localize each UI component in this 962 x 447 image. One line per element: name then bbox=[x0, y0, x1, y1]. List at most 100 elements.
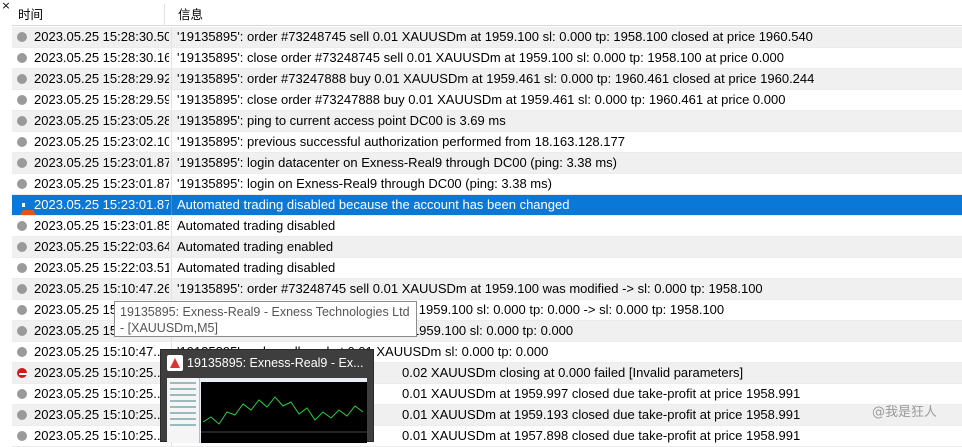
journal-rows: 2023.05.25 15:28:30.508 '19135895': order… bbox=[12, 27, 962, 447]
column-separator bbox=[171, 216, 172, 236]
column-separator bbox=[171, 153, 172, 173]
row-time: 2023.05.25 15:23:01.875 bbox=[34, 176, 169, 191]
row-message: Automated trading disabled bbox=[177, 218, 336, 233]
info-icon bbox=[17, 284, 27, 294]
info-icon bbox=[17, 116, 27, 126]
info-icon bbox=[17, 305, 27, 315]
column-separator bbox=[171, 237, 172, 257]
column-header-time[interactable]: 时间 bbox=[12, 4, 165, 26]
column-separator bbox=[171, 279, 172, 299]
column-separator bbox=[171, 90, 172, 110]
journal-panel: × 时间 信息 2023.05.25 15:28:30.508 '19135895… bbox=[0, 0, 962, 447]
row-time: 2023.05.25 15:10:25... bbox=[34, 428, 165, 443]
row-message: 0.01 XAUUSDm at 1959.193 closed due take… bbox=[402, 407, 801, 422]
info-icon bbox=[17, 326, 27, 336]
journal-row[interactable]: 2023.05.25 15:23:02.109 '19135895': previ… bbox=[12, 132, 962, 153]
row-time: 2023.05.25 15:10:25... bbox=[34, 407, 165, 422]
taskbar-thumbnail[interactable]: 19135895: Exness-Real9 - Ex... bbox=[160, 349, 374, 443]
close-icon[interactable]: × bbox=[0, 0, 12, 12]
journal-row[interactable]: 2023.05.25 15:10:25... 0.02 XAUUSDm closi… bbox=[12, 363, 962, 384]
row-message: '19135895': previous successful authoriz… bbox=[177, 134, 625, 149]
info-icon bbox=[17, 95, 27, 105]
row-message: '19135895': close order #73248745 sell 0… bbox=[177, 50, 784, 65]
info-icon bbox=[17, 410, 27, 420]
row-time: 2023.05.25 15:23:01.859 bbox=[34, 218, 169, 233]
row-time: 2023.05.25 15:23:02.109 bbox=[34, 134, 169, 149]
info-icon bbox=[17, 347, 27, 357]
row-message: 0.01 XAUUSDm at 1957.898 closed due take… bbox=[402, 428, 801, 443]
column-separator bbox=[171, 69, 172, 89]
row-message: '19135895': close order #73247888 buy 0.… bbox=[177, 92, 786, 107]
row-message: 0.02 XAUUSDm closing at 0.000 failed [In… bbox=[402, 365, 744, 380]
journal-row[interactable]: 2023.05.25 15:28:29.922 '19135895': order… bbox=[12, 69, 962, 90]
row-time: 2023.05.25 15:28:29.922 bbox=[34, 71, 169, 86]
row-message: '19135895': order #73248745 sell 0.01 XA… bbox=[177, 29, 813, 44]
preview-chart bbox=[201, 382, 367, 443]
info-icon bbox=[17, 158, 27, 168]
row-time: 2023.05.25 15:10:25... bbox=[34, 386, 165, 401]
info-icon bbox=[17, 32, 27, 42]
window-tooltip: 19135895: Exness-Real9 - Exness Technolo… bbox=[114, 301, 417, 337]
column-separator bbox=[171, 111, 172, 131]
column-separator bbox=[171, 48, 172, 68]
journal-row[interactable]: 2023.05.25 15:23:05.281 '19135895': ping … bbox=[12, 111, 962, 132]
tooltip-line-1: 19135895: Exness-Real9 - Exness Technolo… bbox=[120, 305, 410, 319]
column-separator bbox=[171, 195, 172, 215]
column-separator bbox=[171, 132, 172, 152]
thumbnail-title: 19135895: Exness-Real9 - Ex... bbox=[187, 356, 364, 370]
journal-row[interactable]: 2023.05.25 15:28:30.508 '19135895': order… bbox=[12, 27, 962, 48]
row-time: 2023.05.25 15:28:30.508 bbox=[34, 29, 169, 44]
row-message: Automated trading enabled bbox=[177, 239, 334, 254]
error-icon bbox=[17, 368, 27, 378]
journal-row[interactable]: 2023.05.25 15:28:29.594 '19135895': close… bbox=[12, 90, 962, 111]
info-icon bbox=[17, 221, 27, 231]
row-time: 2023.05.25 15:10:25... bbox=[34, 365, 165, 380]
journal-row[interactable]: 2023.05.25 15:22:03.516 Automated trading… bbox=[12, 258, 962, 279]
preview-chart-graphic bbox=[201, 396, 367, 433]
journal-header: 时间 信息 bbox=[12, 4, 962, 26]
journal-row[interactable]: 2023.05.25 15:28:30.164 '19135895': close… bbox=[12, 48, 962, 69]
row-message: '19135895': order #73247888 buy 0.01 XAU… bbox=[177, 71, 815, 86]
journal-row[interactable]: 2023.05.25 15:10:25... 0.01 XAUUSDm at 19… bbox=[12, 405, 962, 426]
tooltip-line-2: - [XAUUSDm,M5] bbox=[120, 321, 218, 335]
journal-row[interactable]: 2023.05.25 15:23:01.875 '19135895': login… bbox=[12, 174, 962, 195]
info-icon bbox=[17, 74, 27, 84]
info-icon bbox=[17, 53, 27, 63]
info-icon bbox=[17, 137, 27, 147]
row-message: 0.01 XAUUSDm at 1959.997 closed due take… bbox=[402, 386, 801, 401]
row-time: 2023.05.25 15:10:47.266 bbox=[34, 281, 169, 296]
info-icon bbox=[17, 179, 27, 189]
row-time: 2023.05.25 15:28:29.594 bbox=[34, 92, 169, 107]
journal-row[interactable]: 2023.05.25 15:10:47...'19135895': order … bbox=[12, 342, 962, 363]
watermark: @我是狂人 bbox=[872, 405, 938, 420]
journal-row[interactable]: 2023.05.25 15:23:01.875 '19135895': login… bbox=[12, 153, 962, 174]
journal-row[interactable]: 2023.05.25 15:23:01.859 Automated trading… bbox=[12, 216, 962, 237]
row-message: Automated trading disabled because the a… bbox=[177, 197, 570, 212]
row-time: 2023.05.25 15:28:30.164 bbox=[34, 50, 169, 65]
info-icon bbox=[17, 263, 27, 273]
row-time: 2023.05.25 15:23:01.875 bbox=[34, 155, 169, 170]
row-message: '19135895': login on Exness-Real9 throug… bbox=[177, 176, 552, 191]
info-icon bbox=[17, 389, 27, 399]
info-icon bbox=[17, 242, 27, 252]
row-message: Automated trading disabled bbox=[177, 260, 336, 275]
row-time: 2023.05.25 15:23:01.875 bbox=[34, 197, 169, 212]
column-header-message[interactable]: 信息 bbox=[172, 4, 203, 26]
journal-row[interactable]: 2023.05.25 15:10:25... 0.01 XAUUSDm at 19… bbox=[12, 426, 962, 447]
journal-row[interactable]: 2023.05.25 15:10:47.266 '19135895': order… bbox=[12, 279, 962, 300]
preview-navigator bbox=[167, 378, 200, 443]
row-time: 2023.05.25 15:10:47... bbox=[34, 344, 165, 359]
row-time: 2023.05.25 15:22:03.516 bbox=[34, 260, 169, 275]
row-message: '19135895': ping to current access point… bbox=[177, 113, 506, 128]
column-separator bbox=[171, 258, 172, 278]
journal-row[interactable]: 2023.05.25 15:22:03.641 Automated trading… bbox=[12, 237, 962, 258]
row-message: '19135895': order #73248745 sell 0.01 XA… bbox=[177, 281, 763, 296]
thumbnail-preview bbox=[167, 378, 367, 443]
row-time: 2023.05.25 15:22:03.641 bbox=[34, 239, 169, 254]
journal-row[interactable]: 2023.05.25 15:23:01.875 Automated trading… bbox=[12, 195, 962, 216]
info-icon bbox=[17, 431, 27, 441]
journal-row[interactable]: 2023.05.25 15:10:25... 0.01 XAUUSDm at 19… bbox=[12, 384, 962, 405]
app-logo-icon bbox=[167, 355, 183, 371]
column-separator bbox=[171, 27, 172, 47]
row-time: 2023.05.25 15:23:05.281 bbox=[34, 113, 169, 128]
